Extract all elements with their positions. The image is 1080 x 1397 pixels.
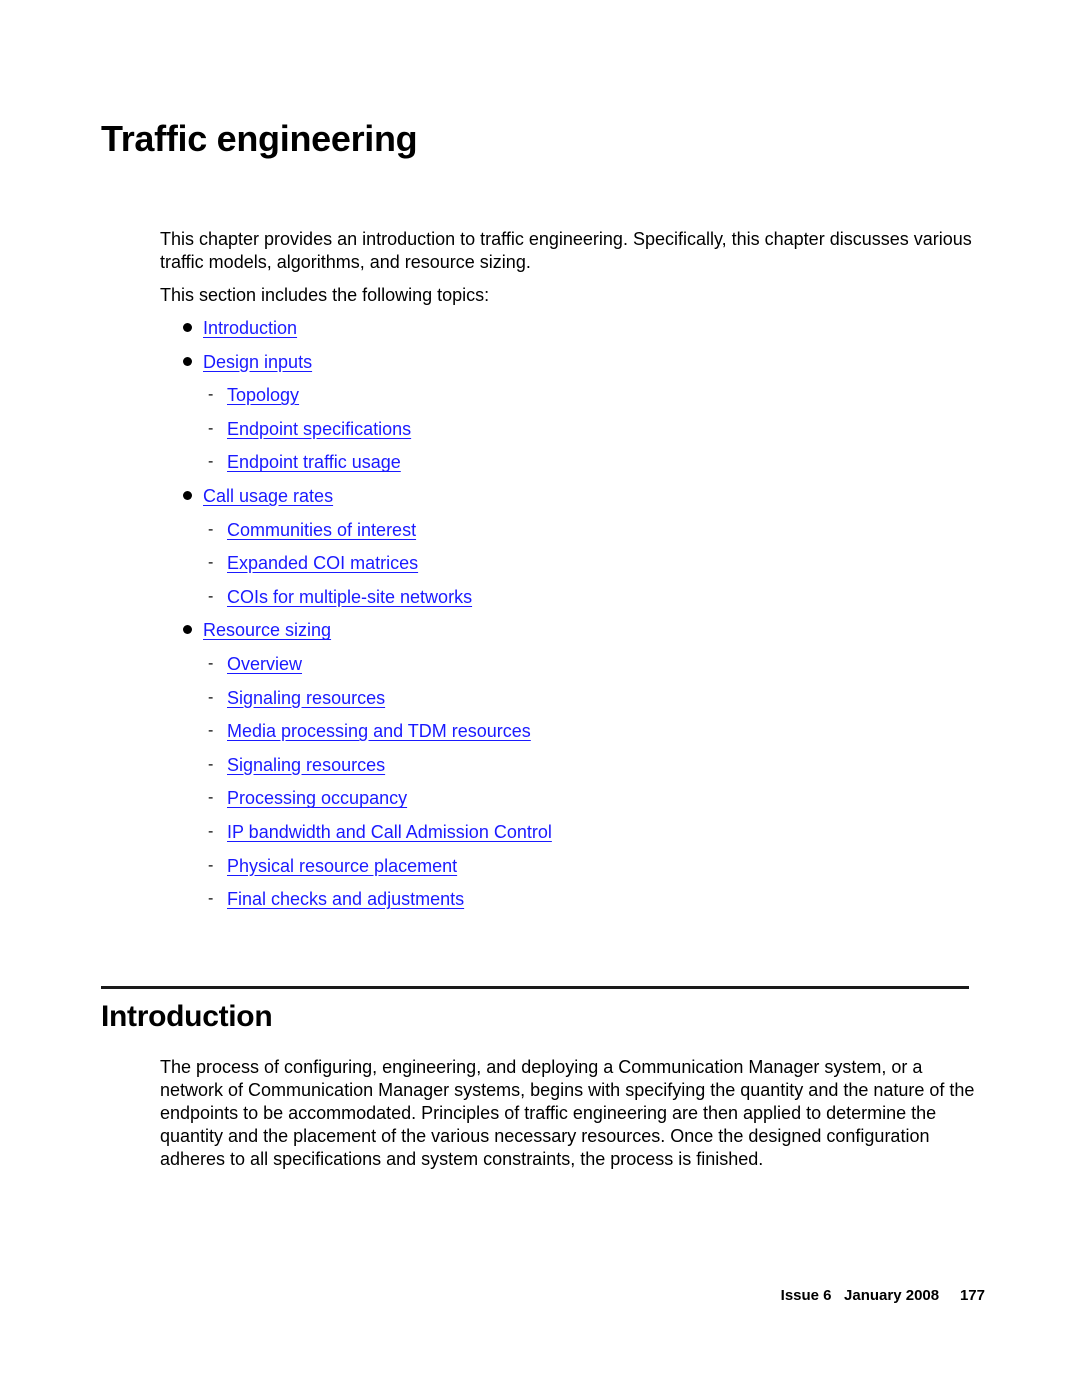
dash-icon: - [208,890,214,908]
dash-icon: - [208,554,214,572]
dash-icon: - [208,419,214,437]
toc-link[interactable]: Communities of interest [227,517,416,543]
dash-icon: - [208,688,214,706]
footer-spacer [939,1287,960,1304]
toc-item: - Endpoint traffic usage [160,449,552,483]
dash-icon: - [208,789,214,807]
section-divider [101,986,969,989]
toc-link[interactable]: Endpoint traffic usage [227,449,401,475]
bullet-icon [183,625,192,635]
toc-link[interactable]: Introduction [203,315,297,341]
toc-item: Introduction [160,315,552,349]
toc-link[interactable]: Signaling resources [227,685,385,711]
topics-list: Introduction Design inputs - Topology - Endpo… [160,315,552,920]
toc-item: - COIs for multiple-site networks [160,584,552,618]
toc-link[interactable]: Signaling resources [227,752,385,778]
toc-item: Resource sizing [160,617,552,651]
toc-link[interactable]: Design inputs [203,349,312,375]
toc-item: - Signaling resources [160,752,552,786]
toc-link[interactable]: Overview [227,651,302,677]
bullet-icon [183,490,192,500]
bullet-icon [183,323,192,332]
page-footer: Issue 6 January 2008 177 [781,1287,985,1304]
toc-item: - Overview [160,651,552,685]
bullet-icon [183,356,192,366]
toc-link[interactable]: Physical resource placement [227,853,457,879]
dash-icon: - [208,587,214,605]
toc-item: - Media processing and TDM resources [160,718,552,752]
page-number: 177 [959,1287,985,1304]
toc-link[interactable]: Processing occupancy [227,785,407,811]
toc-item: Call usage rates [160,483,552,517]
toc-link[interactable]: Final checks and adjustments [227,886,464,912]
footer-spacer [832,1287,845,1304]
toc-item: - IP bandwidth and Call Admission Control [160,819,552,853]
footer-issue: Issue 6 [780,1287,832,1304]
toc-link[interactable]: Endpoint specifications [227,416,411,442]
footer-date: January 2008 [844,1287,940,1304]
toc-item: - Final checks and adjustments [160,886,552,920]
dash-icon: - [208,856,214,874]
toc-link[interactable]: Topology [227,382,299,408]
dash-icon: - [208,453,214,471]
topics-lead: This section includes the following topi… [160,285,490,305]
toc-item: - Processing occupancy [160,785,552,819]
dash-icon: - [208,822,214,840]
dash-icon: - [208,386,214,404]
toc-link[interactable]: COIs for multiple-site networks [227,584,472,610]
dash-icon: - [208,520,214,538]
page-title: Traffic engineering [101,118,418,159]
toc-link[interactable]: Media processing and TDM resources [227,718,531,744]
toc-item: - Physical resource placement [160,853,552,887]
toc-link[interactable]: Resource sizing [203,617,331,643]
toc-item: Design inputs [160,349,552,383]
toc-item: - Signaling resources [160,685,552,719]
toc-item: - Endpoint specifications [160,416,552,450]
toc-link[interactable]: Expanded COI matrices [227,550,418,576]
section-heading: Introduction [101,1000,273,1033]
dash-icon: - [208,654,214,672]
section-paragraph: The process of configuring, engineering,… [160,1057,975,1169]
intro-paragraph: This chapter provides an introduction to… [160,229,972,272]
toc-item: - Communities of interest [160,517,552,551]
dash-icon: - [208,722,214,740]
dash-icon: - [208,755,214,773]
toc-item: - Topology [160,382,552,416]
toc-link[interactable]: IP bandwidth and Call Admission Control [227,819,552,845]
toc-link[interactable]: Call usage rates [203,483,333,509]
toc-item: - Expanded COI matrices [160,550,552,584]
